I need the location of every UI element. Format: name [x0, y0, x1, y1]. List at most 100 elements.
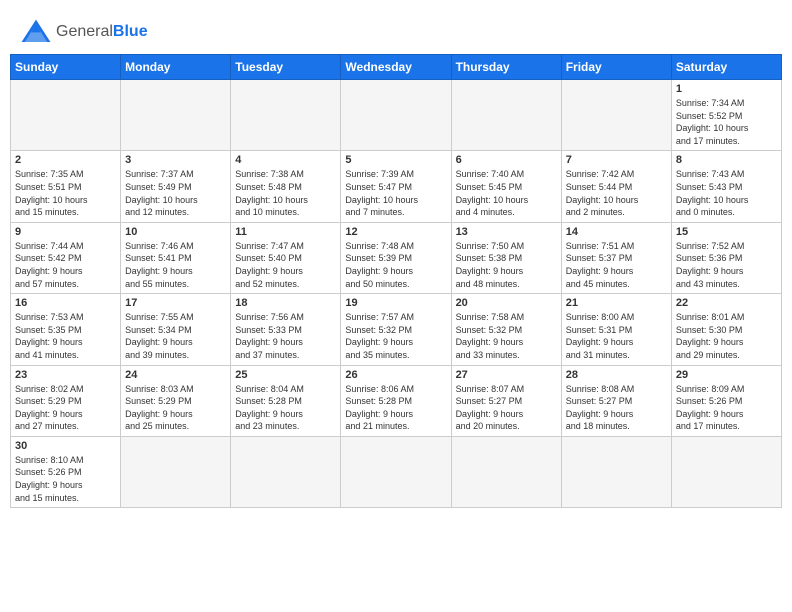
day-info: Sunrise: 7:50 AMSunset: 5:38 PMDaylight:… — [456, 240, 557, 290]
week-row-1: 1 Sunrise: 7:34 AMSunset: 5:52 PMDaylight… — [11, 80, 782, 151]
weekday-header-monday: Monday — [121, 55, 231, 80]
day-number: 30 — [15, 440, 116, 452]
day-number: 9 — [15, 226, 116, 238]
logo-text: GeneralBlue — [56, 22, 148, 41]
day-number: 1 — [676, 83, 777, 95]
day-number: 15 — [676, 226, 777, 238]
day-number: 12 — [345, 226, 446, 238]
weekday-header-thursday: Thursday — [451, 55, 561, 80]
generalblue-logo-icon — [20, 18, 52, 46]
day-number: 21 — [566, 297, 667, 309]
day-info: Sunrise: 8:02 AMSunset: 5:29 PMDaylight:… — [15, 383, 116, 433]
day-info: Sunrise: 8:09 AMSunset: 5:26 PMDaylight:… — [676, 383, 777, 433]
day-info: Sunrise: 7:34 AMSunset: 5:52 PMDaylight:… — [676, 97, 777, 147]
logo: GeneralBlue — [20, 18, 148, 46]
day-number: 11 — [235, 226, 336, 238]
day-number: 6 — [456, 154, 557, 166]
calendar-cell: 4Sunrise: 7:38 AMSunset: 5:48 PMDaylight… — [231, 151, 341, 222]
calendar-cell: 25 Sunrise: 8:04 AMSunset: 5:28 PMDayligh… — [231, 365, 341, 436]
calendar-cell — [451, 436, 561, 507]
day-info: Sunrise: 7:56 AMSunset: 5:33 PMDaylight:… — [235, 311, 336, 361]
calendar-cell: 28 Sunrise: 8:08 AMSunset: 5:27 PMDayligh… — [561, 365, 671, 436]
calendar-cell: 21 Sunrise: 8:00 AMSunset: 5:31 PMDayligh… — [561, 294, 671, 365]
calendar-cell: 11 Sunrise: 7:47 AMSunset: 5:40 PMDayligh… — [231, 222, 341, 293]
week-row-4: 16Sunrise: 7:53 AMSunset: 5:35 PMDayligh… — [11, 294, 782, 365]
calendar-cell: 29Sunrise: 8:09 AMSunset: 5:26 PMDayligh… — [671, 365, 781, 436]
calendar-cell: 17 Sunrise: 7:55 AMSunset: 5:34 PMDayligh… — [121, 294, 231, 365]
calendar-cell: 15Sunrise: 7:52 AMSunset: 5:36 PMDayligh… — [671, 222, 781, 293]
weekday-header-sunday: Sunday — [11, 55, 121, 80]
day-info: Sunrise: 7:57 AMSunset: 5:32 PMDaylight:… — [345, 311, 446, 361]
calendar-cell: 7Sunrise: 7:42 AMSunset: 5:44 PMDaylight… — [561, 151, 671, 222]
calendar-cell — [121, 80, 231, 151]
day-number: 22 — [676, 297, 777, 309]
calendar-cell: 13 Sunrise: 7:50 AMSunset: 5:38 PMDayligh… — [451, 222, 561, 293]
calendar-cell: 30 Sunrise: 8:10 AMSunset: 5:26 PMDayligh… — [11, 436, 121, 507]
day-number: 16 — [15, 297, 116, 309]
calendar-cell: 3 Sunrise: 7:37 AMSunset: 5:49 PMDaylight… — [121, 151, 231, 222]
day-info: Sunrise: 7:47 AMSunset: 5:40 PMDaylight:… — [235, 240, 336, 290]
day-number: 14 — [566, 226, 667, 238]
day-number: 17 — [125, 297, 226, 309]
week-row-3: 9Sunrise: 7:44 AMSunset: 5:42 PMDaylight… — [11, 222, 782, 293]
day-info: Sunrise: 7:58 AMSunset: 5:32 PMDaylight:… — [456, 311, 557, 361]
calendar-cell: 19 Sunrise: 7:57 AMSunset: 5:32 PMDayligh… — [341, 294, 451, 365]
calendar-cell — [561, 436, 671, 507]
day-info: Sunrise: 7:39 AMSunset: 5:47 PMDaylight:… — [345, 168, 446, 218]
day-info: Sunrise: 8:00 AMSunset: 5:31 PMDaylight:… — [566, 311, 667, 361]
calendar-cell: 20 Sunrise: 7:58 AMSunset: 5:32 PMDayligh… — [451, 294, 561, 365]
day-info: Sunrise: 8:10 AMSunset: 5:26 PMDaylight:… — [15, 454, 116, 504]
calendar: SundayMondayTuesdayWednesdayThursdayFrid… — [10, 54, 782, 508]
day-number: 28 — [566, 369, 667, 381]
day-number: 4 — [235, 154, 336, 166]
calendar-cell: 16Sunrise: 7:53 AMSunset: 5:35 PMDayligh… — [11, 294, 121, 365]
day-info: Sunrise: 8:03 AMSunset: 5:29 PMDaylight:… — [125, 383, 226, 433]
day-number: 8 — [676, 154, 777, 166]
day-info: Sunrise: 7:40 AMSunset: 5:45 PMDaylight:… — [456, 168, 557, 218]
day-number: 25 — [235, 369, 336, 381]
day-info: Sunrise: 8:04 AMSunset: 5:28 PMDaylight:… — [235, 383, 336, 433]
day-info: Sunrise: 7:48 AMSunset: 5:39 PMDaylight:… — [345, 240, 446, 290]
day-number: 24 — [125, 369, 226, 381]
day-info: Sunrise: 7:46 AMSunset: 5:41 PMDaylight:… — [125, 240, 226, 290]
calendar-cell: 26Sunrise: 8:06 AMSunset: 5:28 PMDayligh… — [341, 365, 451, 436]
calendar-cell — [11, 80, 121, 151]
day-number: 2 — [15, 154, 116, 166]
weekday-header-friday: Friday — [561, 55, 671, 80]
day-number: 19 — [345, 297, 446, 309]
day-info: Sunrise: 7:43 AMSunset: 5:43 PMDaylight:… — [676, 168, 777, 218]
calendar-cell — [121, 436, 231, 507]
day-number: 23 — [15, 369, 116, 381]
day-info: Sunrise: 8:08 AMSunset: 5:27 PMDaylight:… — [566, 383, 667, 433]
day-info: Sunrise: 8:07 AMSunset: 5:27 PMDaylight:… — [456, 383, 557, 433]
day-number: 5 — [345, 154, 446, 166]
weekday-header-saturday: Saturday — [671, 55, 781, 80]
calendar-cell: 22 Sunrise: 8:01 AMSunset: 5:30 PMDayligh… — [671, 294, 781, 365]
day-info: Sunrise: 7:51 AMSunset: 5:37 PMDaylight:… — [566, 240, 667, 290]
day-number: 3 — [125, 154, 226, 166]
calendar-cell: 12 Sunrise: 7:48 AMSunset: 5:39 PMDayligh… — [341, 222, 451, 293]
day-number: 20 — [456, 297, 557, 309]
day-number: 7 — [566, 154, 667, 166]
calendar-cell: 14 Sunrise: 7:51 AMSunset: 5:37 PMDayligh… — [561, 222, 671, 293]
calendar-cell — [231, 436, 341, 507]
weekday-header-tuesday: Tuesday — [231, 55, 341, 80]
calendar-cell — [451, 80, 561, 151]
day-number: 10 — [125, 226, 226, 238]
week-row-2: 2Sunrise: 7:35 AMSunset: 5:51 PMDaylight… — [11, 151, 782, 222]
calendar-cell — [341, 436, 451, 507]
day-info: Sunrise: 8:01 AMSunset: 5:30 PMDaylight:… — [676, 311, 777, 361]
day-info: Sunrise: 7:55 AMSunset: 5:34 PMDaylight:… — [125, 311, 226, 361]
calendar-cell: 18 Sunrise: 7:56 AMSunset: 5:33 PMDayligh… — [231, 294, 341, 365]
day-number: 18 — [235, 297, 336, 309]
week-row-5: 23 Sunrise: 8:02 AMSunset: 5:29 PMDayligh… — [11, 365, 782, 436]
calendar-cell: 2Sunrise: 7:35 AMSunset: 5:51 PMDaylight… — [11, 151, 121, 222]
day-number: 13 — [456, 226, 557, 238]
calendar-cell: 9Sunrise: 7:44 AMSunset: 5:42 PMDaylight… — [11, 222, 121, 293]
calendar-cell — [671, 436, 781, 507]
day-info: Sunrise: 8:06 AMSunset: 5:28 PMDaylight:… — [345, 383, 446, 433]
week-row-6: 30 Sunrise: 8:10 AMSunset: 5:26 PMDayligh… — [11, 436, 782, 507]
calendar-cell: 5 Sunrise: 7:39 AMSunset: 5:47 PMDaylight… — [341, 151, 451, 222]
day-info: Sunrise: 7:37 AMSunset: 5:49 PMDaylight:… — [125, 168, 226, 218]
calendar-cell: 27Sunrise: 8:07 AMSunset: 5:27 PMDayligh… — [451, 365, 561, 436]
